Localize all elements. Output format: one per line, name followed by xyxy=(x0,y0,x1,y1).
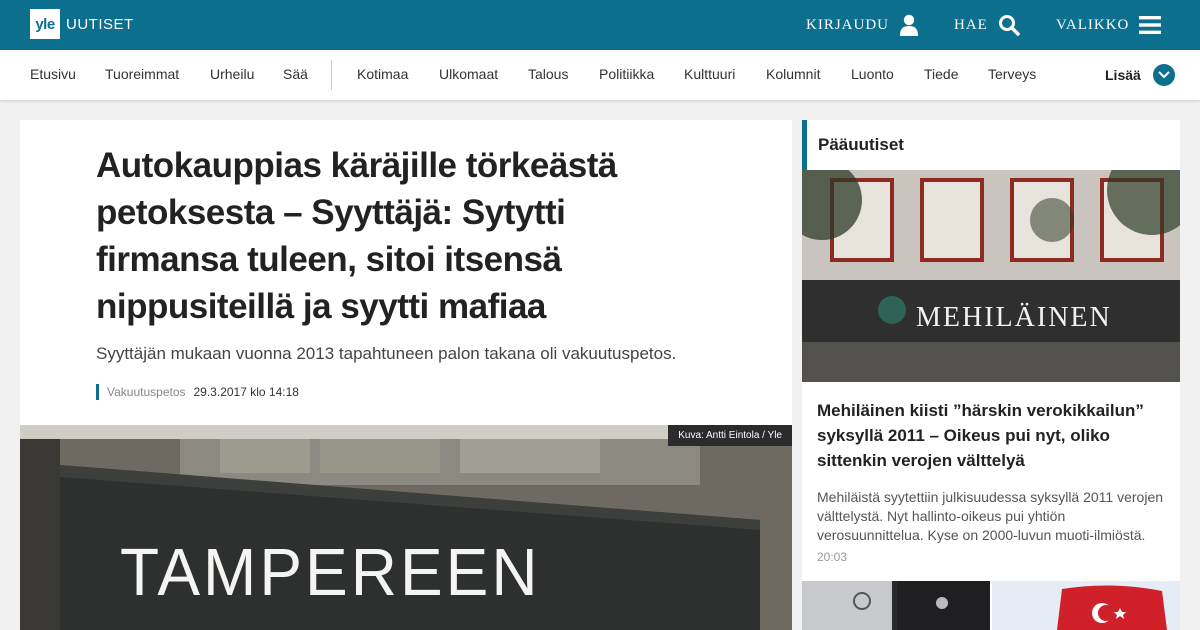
nav-item-kotimaa[interactable]: Kotimaa xyxy=(357,50,408,100)
uutiset-logo-text: UUTISET xyxy=(66,15,134,33)
article-date: 29.3.2017 klo 14:18 xyxy=(193,385,299,399)
nav-item-kulttuuri[interactable]: Kulttuuri xyxy=(684,50,735,100)
nav-item-terveys[interactable]: Terveys xyxy=(988,50,1036,100)
search-button[interactable]: HAE xyxy=(954,0,1020,50)
article-tag-link[interactable]: Vakuutuspetos xyxy=(107,385,186,399)
user-icon xyxy=(899,14,919,36)
search-icon xyxy=(998,14,1020,36)
nav-divider xyxy=(331,60,332,90)
sidebar-photo-illustration xyxy=(802,170,1180,382)
top-news-sidebar: Pääuutiset MEHILÄINEN Mehiläinen kiisti … xyxy=(802,120,1180,630)
nav-item-etusivu[interactable]: Etusivu xyxy=(30,50,76,100)
sidebar-thumbnail-cars[interactable] xyxy=(802,581,990,630)
nav-item-kolumnit[interactable]: Kolumnit xyxy=(766,50,820,100)
article-headline[interactable]: Autokauppias käräjille törkeästä petokse… xyxy=(96,142,696,330)
nav-item-saa[interactable]: Sää xyxy=(283,50,308,100)
top-header: yle UUTISET KIRJAUDU HAE VALIKKO xyxy=(0,0,1200,50)
nav-item-politiikka[interactable]: Politiikka xyxy=(599,50,654,100)
hero-sign-text: TAMPEREEN xyxy=(120,534,541,610)
thumbnail-photo-1 xyxy=(802,581,990,630)
menu-label: VALIKKO xyxy=(1056,16,1130,33)
article-lead: Syyttäjän mukaan vuonna 2013 tapahtuneen… xyxy=(96,344,677,363)
chevron-down-icon xyxy=(1152,64,1175,86)
hamburger-icon xyxy=(1139,16,1162,34)
nav-item-ulkomaat[interactable]: Ulkomaat xyxy=(439,50,498,100)
login-label: KIRJAUDU xyxy=(806,16,889,33)
yle-logo-box: yle xyxy=(30,9,60,39)
sidebar-story-time: 20:03 xyxy=(817,550,848,564)
article-meta: Vakuutuspetos 29.3.2017 klo 14:18 xyxy=(96,384,299,400)
image-credit: Kuva: Antti Eintola / Yle xyxy=(668,425,792,446)
nav-item-talous[interactable]: Talous xyxy=(528,50,568,100)
sidebar-story-title[interactable]: Mehiläinen kiisti ”härskin verokikkailun… xyxy=(817,398,1167,473)
menu-button[interactable]: VALIKKO xyxy=(1056,0,1162,50)
nav-item-tuoreimmat[interactable]: Tuoreimmat xyxy=(105,50,179,100)
main-article: Autokauppias käräjille törkeästä petokse… xyxy=(20,120,792,630)
sidebar-sign-text: MEHILÄINEN xyxy=(916,302,1112,333)
yle-uutiset-logo[interactable]: yle UUTISET xyxy=(30,9,134,39)
section-navigation: Etusivu Tuoreimmat Urheilu Sää Kotimaa U… xyxy=(0,50,1200,100)
search-label: HAE xyxy=(954,16,988,33)
sidebar-story-description: Mehiläistä syytettiin julkisuudessa syks… xyxy=(817,489,1164,543)
sidebar-heading: Pääuutiset xyxy=(802,120,1180,170)
sidebar-story-image[interactable]: MEHILÄINEN xyxy=(802,170,1180,382)
article-hero-image: TAMPEREEN Kuva: Antti Eintola / Yle xyxy=(20,425,792,630)
nav-more-label: Lisää xyxy=(1105,67,1141,83)
nav-more-button[interactable]: Lisää xyxy=(1105,50,1175,100)
nav-item-tiede[interactable]: Tiede xyxy=(924,50,959,100)
login-button[interactable]: KIRJAUDU xyxy=(806,0,919,50)
nav-item-luonto[interactable]: Luonto xyxy=(851,50,894,100)
sidebar-thumbnail-flag[interactable] xyxy=(992,581,1180,630)
nav-item-urheilu[interactable]: Urheilu xyxy=(210,50,254,100)
thumbnail-photo-2 xyxy=(992,581,1180,630)
